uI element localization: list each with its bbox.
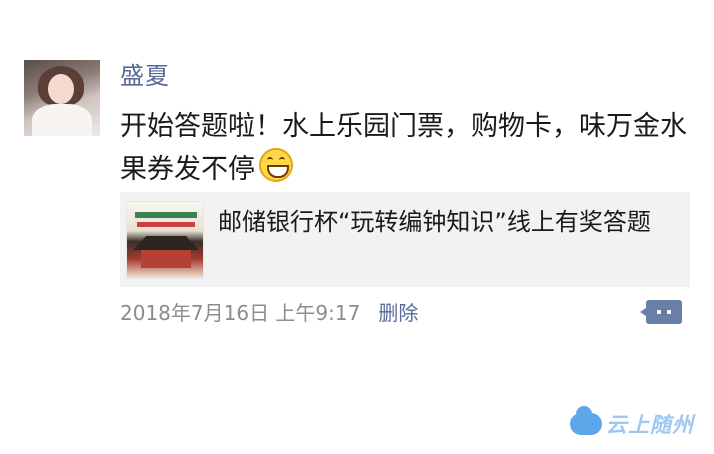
shared-link-title: 邮储银行杯“玩转编钟知识”线上有奖答题 xyxy=(218,208,651,236)
author-avatar[interactable] xyxy=(24,60,100,136)
cloud-icon xyxy=(570,406,602,435)
post-text-container: 开始答题啦！水上乐园门票，购物卡，味万金水果券发不停 xyxy=(120,105,690,191)
dot-icon xyxy=(657,310,661,314)
author-name[interactable]: 盛夏 xyxy=(120,60,170,92)
post-text: 开始答题啦！水上乐园门票，购物卡，味万金水果券发不停 xyxy=(120,111,687,185)
watermark: 云上随州 xyxy=(570,406,694,438)
grinning-face-emoji-icon xyxy=(259,148,293,182)
shared-link-card[interactable]: 邮储银行杯“玩转编钟知识”线上有奖答题 xyxy=(120,192,690,287)
post-meta: 2018年7月16日 上午9:17 删除 xyxy=(120,298,418,328)
dot-icon xyxy=(667,310,671,314)
avatar-face xyxy=(48,74,74,104)
avatar-shirt xyxy=(32,104,92,136)
post-timestamp: 2018年7月16日 上午9:17 xyxy=(120,301,361,325)
delete-button[interactable]: 删除 xyxy=(378,301,418,325)
watermark-text: 云上随州 xyxy=(606,413,694,437)
comment-like-button[interactable] xyxy=(640,300,682,324)
shared-link-thumbnail xyxy=(126,201,204,279)
